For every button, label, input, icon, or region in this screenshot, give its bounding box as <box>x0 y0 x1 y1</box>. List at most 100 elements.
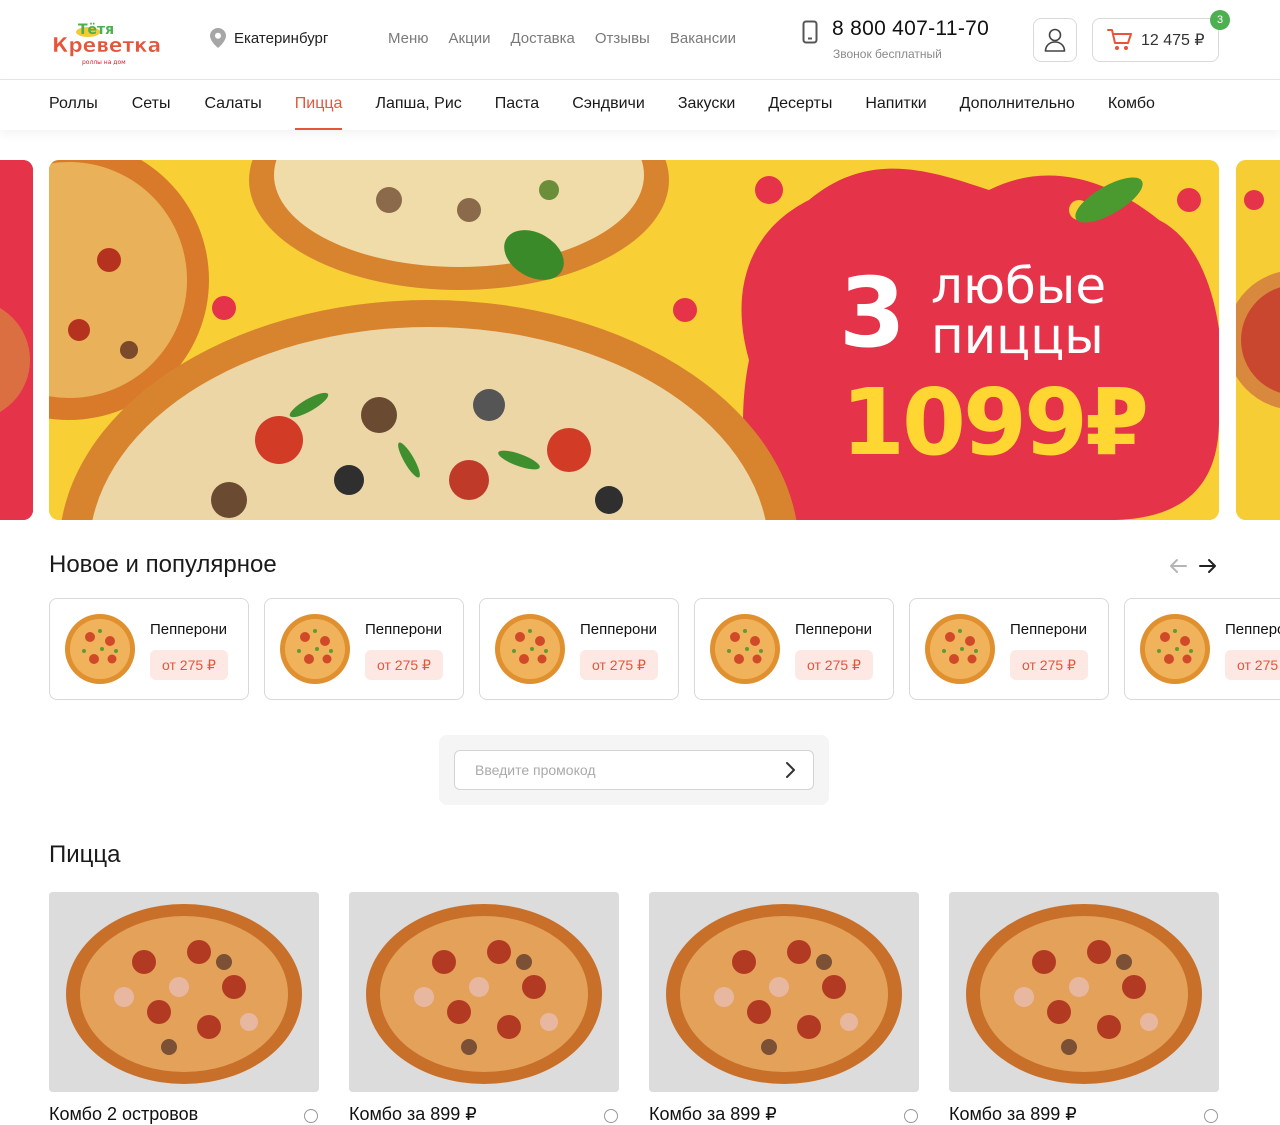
popular-item-image <box>924 613 996 685</box>
popular-item-image <box>709 613 781 685</box>
logo-image: Тётя Креветка роллы на дом <box>52 22 162 66</box>
banner-line2: пиццы <box>931 307 1104 365</box>
popular-item-card[interactable]: Пепперони от 275 ₽ <box>694 598 894 700</box>
city-name: Екатеринбург <box>234 29 329 47</box>
category-list: Роллы Сеты Салаты Пицца Лапша, Рис Паста Сэндв… <box>49 95 1155 130</box>
popular-item-image <box>64 613 136 685</box>
pizza-photo <box>949 892 1219 1092</box>
logo-tagline: роллы на дом <box>82 59 126 66</box>
phone-note: Звонок бесплатный <box>833 47 942 61</box>
info-icon[interactable] <box>904 1109 918 1123</box>
top-nav-delivery[interactable]: Доставка <box>510 30 574 47</box>
pizza-thumbnail <box>280 614 350 684</box>
popular-item-name: Пепперони <box>795 621 873 638</box>
banner-number: 3 <box>839 257 906 369</box>
info-icon[interactable] <box>604 1109 618 1123</box>
pizza-photo <box>349 892 619 1092</box>
top-nav: Меню Акции Доставка Отзывы Вакансии <box>388 30 736 47</box>
category-tab[interactable]: Сеты <box>132 95 171 130</box>
popular-item-card[interactable]: Пепперони от 275 ₽ <box>49 598 249 700</box>
popular-item-card[interactable]: Пепперони от 275 ₽ <box>264 598 464 700</box>
promo-code-input[interactable] <box>454 750 814 790</box>
popular-item-image <box>279 613 351 685</box>
category-tab[interactable]: Комбо <box>1108 95 1155 130</box>
popular-item-name: Пепперони <box>150 621 228 638</box>
popular-item-name: Пепперони <box>580 621 658 638</box>
popular-item-name: Пепперони <box>365 621 443 638</box>
cart-count-badge: 3 <box>1210 10 1230 30</box>
pizza-image[interactable] <box>349 892 619 1092</box>
category-tab[interactable]: Салаты <box>204 95 261 130</box>
popular-carousel: Пепперони от 275 ₽ Пепперони от 275 ₽ Пеппер… <box>49 598 1280 700</box>
popular-item-name: Пепперони <box>1225 621 1280 638</box>
pizza-image[interactable] <box>949 892 1219 1092</box>
site-header: Тётя Креветка роллы на дом Екатеринбург … <box>0 0 1280 80</box>
category-tab[interactable]: Сэндвичи <box>572 95 645 130</box>
banner-line1: любые <box>931 257 1107 315</box>
popular-item-price[interactable]: от 275 ₽ <box>1225 650 1280 680</box>
popular-item-card[interactable]: Пепперони от 275 ₽ <box>479 598 679 700</box>
cart-total: 12 475 ₽ <box>1141 32 1205 49</box>
popular-item-price[interactable]: от 275 ₽ <box>150 650 228 680</box>
cart-icon <box>1107 29 1132 50</box>
cart-button[interactable]: 12 475 ₽ <box>1092 18 1219 62</box>
popular-item-price[interactable]: от 275 ₽ <box>1010 650 1088 680</box>
top-nav-menu[interactable]: Меню <box>388 30 429 47</box>
popular-arrows <box>1168 556 1218 576</box>
category-nav: Роллы Сеты Салаты Пицца Лапша, Рис Паста Сэндв… <box>0 80 1280 130</box>
top-nav-vacancies[interactable]: Вакансии <box>670 30 736 47</box>
arrow-left-icon[interactable] <box>1168 556 1188 576</box>
category-tab[interactable]: Десерты <box>768 95 832 130</box>
next-banner-peek[interactable] <box>1236 160 1280 520</box>
logo[interactable]: Тётя Креветка роллы на дом <box>50 12 168 68</box>
top-nav-promotions[interactable]: Акции <box>449 30 491 47</box>
pizza-product-card[interactable]: Комбо за 899 ₽ <box>649 892 919 1124</box>
city-selector[interactable]: Екатеринбург <box>210 28 328 48</box>
popular-item-image <box>494 613 566 685</box>
phone-icon <box>802 20 818 44</box>
pizza-product-card[interactable]: Комбо 2 островов <box>49 892 319 1124</box>
pizza-section-title: Пицца <box>49 841 121 868</box>
pizza-image[interactable] <box>649 892 919 1092</box>
pizza-thumbnail <box>1140 614 1210 684</box>
pizza-photo <box>49 892 319 1092</box>
chevron-right-icon[interactable] <box>783 761 797 779</box>
banner-price: 1099₽ <box>841 369 1149 476</box>
arrow-right-icon[interactable] <box>1198 556 1218 576</box>
popular-section-title: Новое и популярное <box>49 551 277 578</box>
pizza-thumbnail <box>495 614 565 684</box>
category-tab[interactable]: Паста <box>495 95 539 130</box>
account-button[interactable] <box>1033 18 1077 62</box>
location-pin-icon <box>210 28 226 48</box>
popular-item-price[interactable]: от 275 ₽ <box>795 650 873 680</box>
pizza-image[interactable] <box>49 892 319 1092</box>
info-icon[interactable] <box>304 1109 318 1123</box>
pizza-thumbnail <box>65 614 135 684</box>
popular-item-image <box>1139 613 1211 685</box>
category-tab[interactable]: Напитки <box>865 95 926 130</box>
category-tab[interactable]: Дополнительно <box>960 95 1075 130</box>
popular-item-price[interactable]: от 275 ₽ <box>365 650 443 680</box>
pizza-product-card[interactable]: Комбо за 899 ₽ <box>949 892 1219 1124</box>
promo-banner[interactable]: 3 любые пиццы 1099₽ <box>49 160 1219 520</box>
prev-banner-peek[interactable] <box>0 160 33 520</box>
category-tab[interactable]: Лапша, Рис <box>375 95 461 130</box>
popular-item-card[interactable]: Пепперони от 275 ₽ <box>1124 598 1280 700</box>
pizza-product-card[interactable]: Комбо за 899 ₽ <box>349 892 619 1124</box>
phone-number[interactable]: 8 800 407-11-70 <box>832 17 989 41</box>
category-tab[interactable]: Закуски <box>678 95 736 130</box>
pizza-thumbnail <box>710 614 780 684</box>
promo-code-block <box>439 735 829 805</box>
pizza-photo <box>649 892 919 1092</box>
category-tab[interactable]: Пицца <box>294 95 342 130</box>
popular-item-card[interactable]: Пепперони от 275 ₽ <box>909 598 1109 700</box>
info-icon[interactable] <box>1204 1109 1218 1123</box>
popular-item-price[interactable]: от 275 ₽ <box>580 650 658 680</box>
top-nav-reviews[interactable]: Отзывы <box>595 30 650 47</box>
category-tab[interactable]: Роллы <box>49 95 98 130</box>
promo-carousel: 3 любые пиццы 1099₽ <box>0 160 1280 520</box>
pizza-thumbnail <box>925 614 995 684</box>
logo-line2: Креветка <box>52 33 161 57</box>
user-icon <box>1044 28 1066 52</box>
popular-item-name: Пепперони <box>1010 621 1088 638</box>
